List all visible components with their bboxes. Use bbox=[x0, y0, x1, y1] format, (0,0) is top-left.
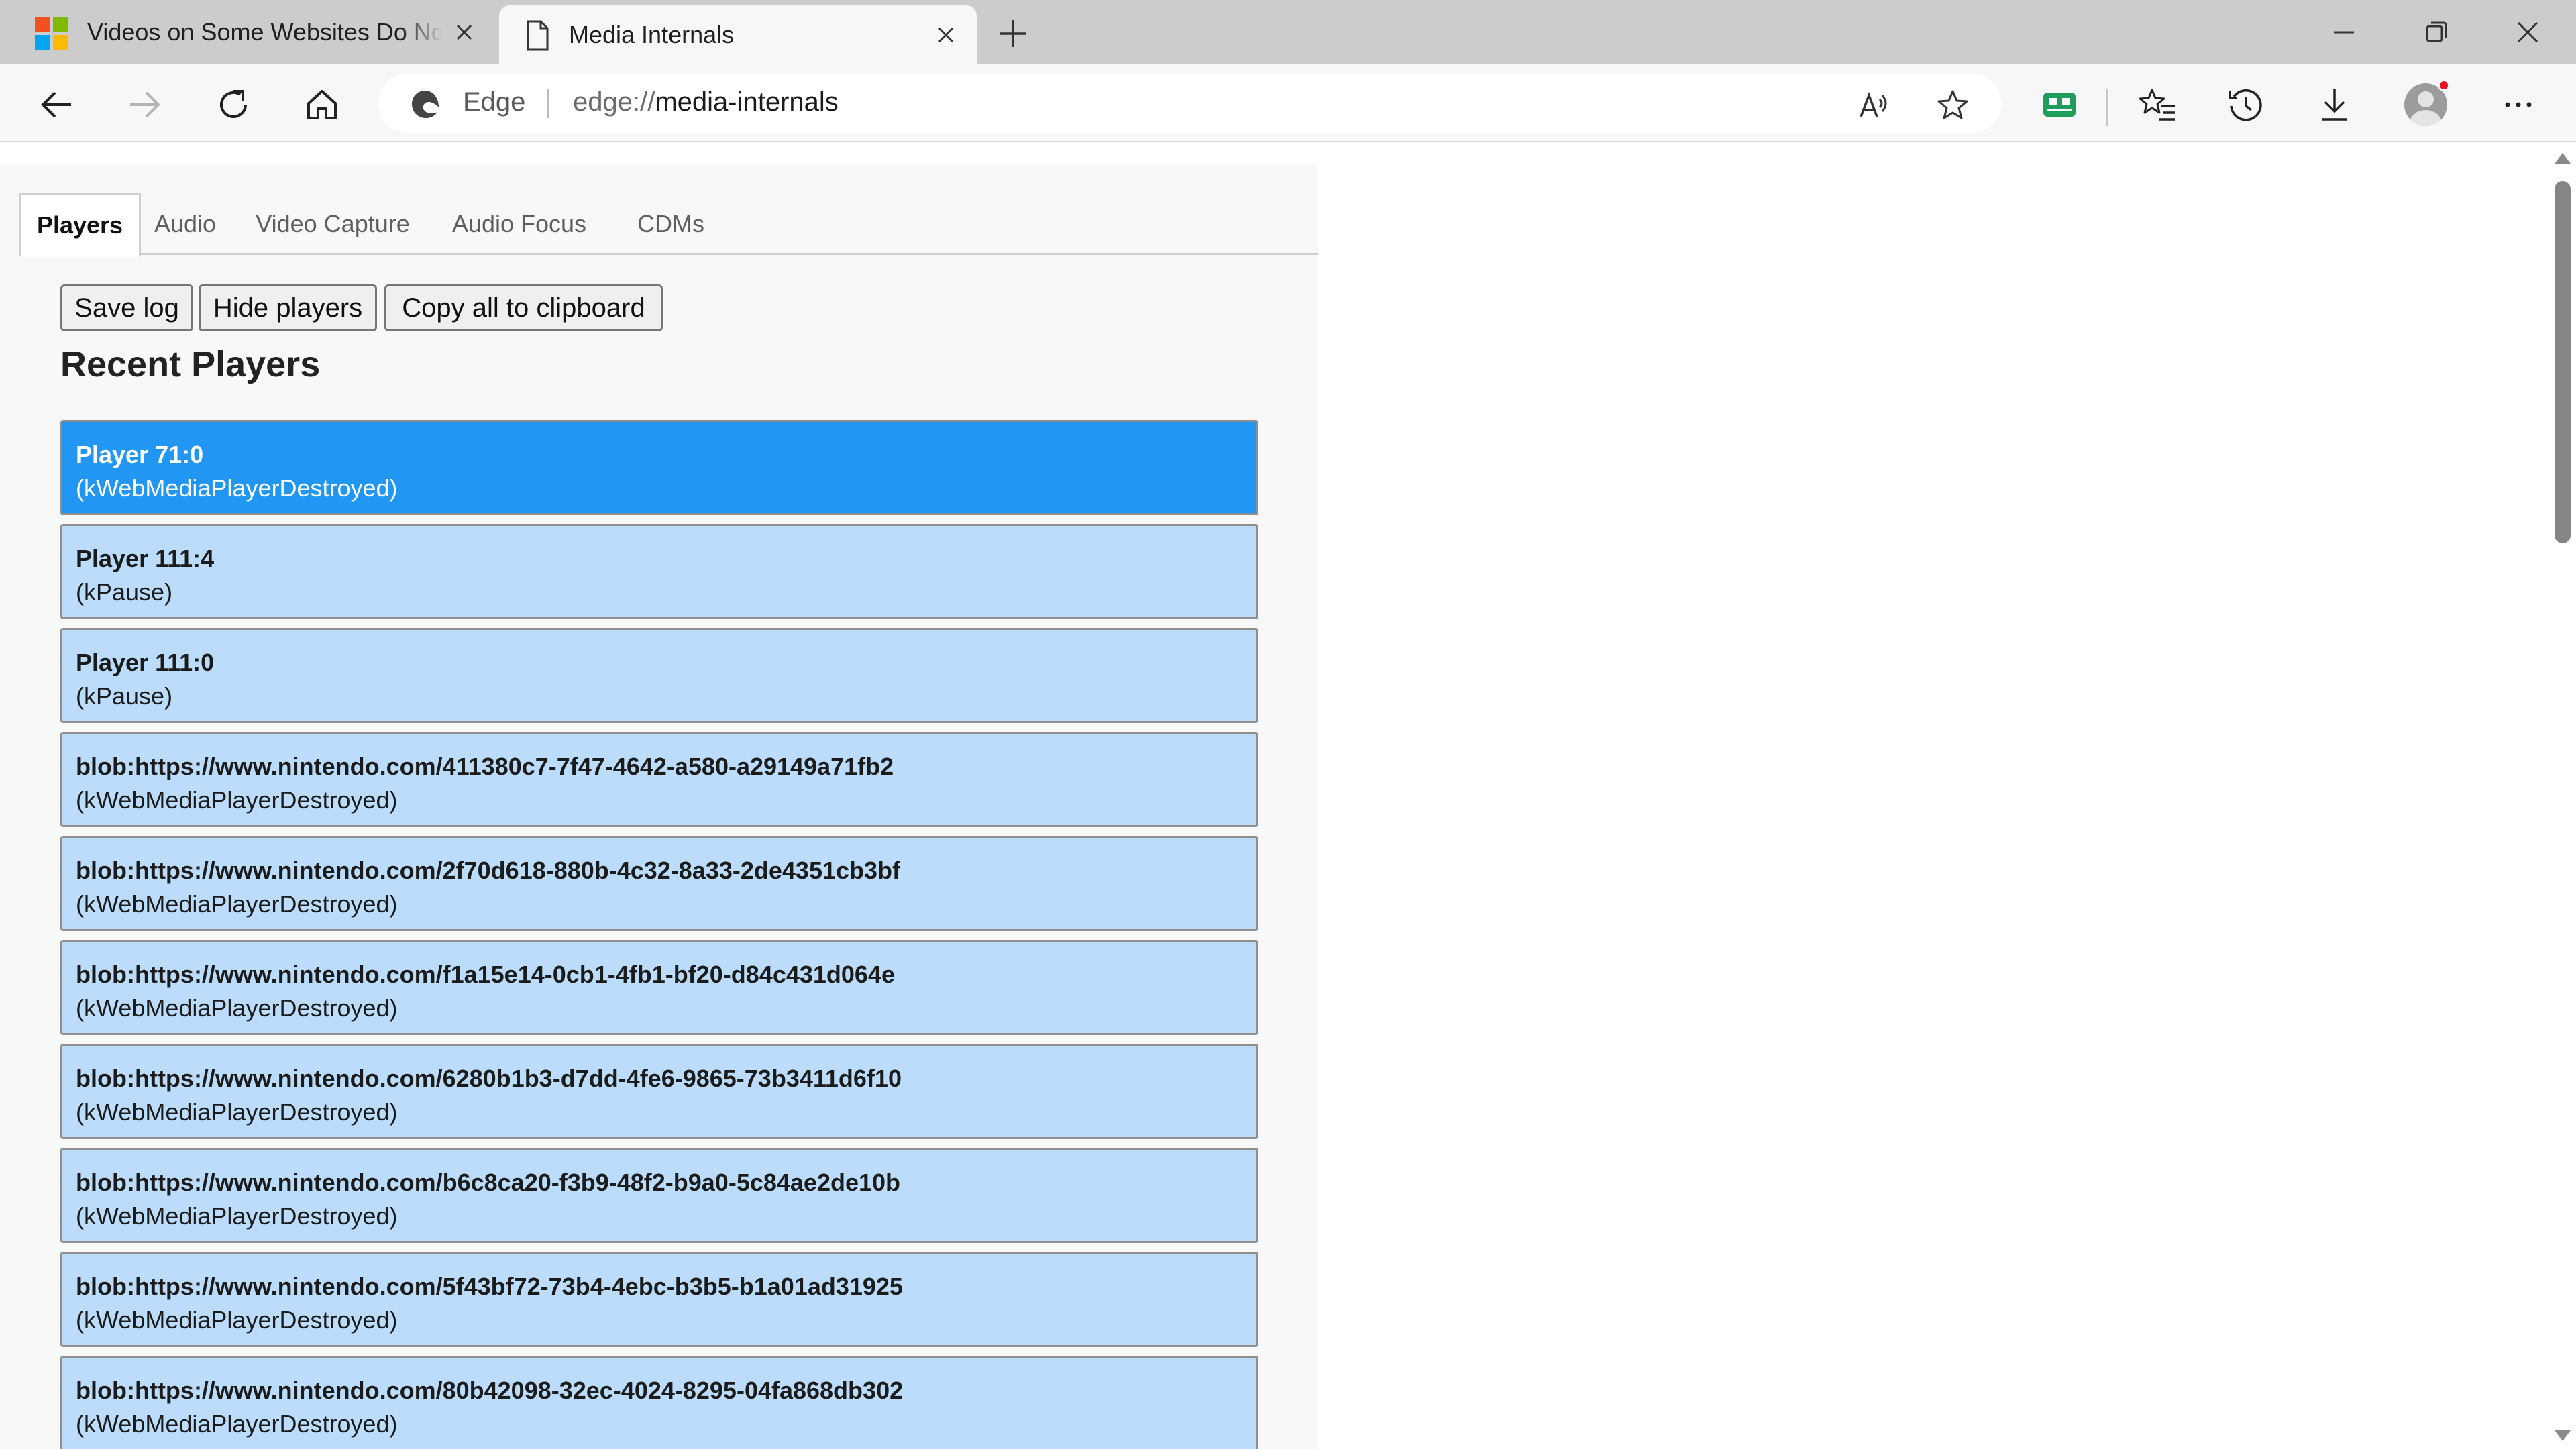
refresh-icon[interactable] bbox=[213, 85, 254, 125]
tab-title: Videos on Some Websites Do Not Play bbox=[87, 18, 443, 46]
toolbar-divider bbox=[2106, 89, 2108, 126]
more-icon[interactable] bbox=[2498, 85, 2538, 125]
address-divider bbox=[547, 89, 549, 118]
avatar-head bbox=[2418, 91, 2434, 107]
address-url[interactable]: edge://media-internals bbox=[573, 87, 839, 117]
microsoft-logo-icon bbox=[35, 17, 68, 50]
read-aloud-icon[interactable] bbox=[1857, 89, 1890, 122]
tab-audio-focus[interactable]: Audio Focus bbox=[441, 193, 597, 255]
url-path: media-internals bbox=[655, 87, 839, 117]
profile-notification-badge bbox=[2438, 79, 2450, 91]
player-name: blob:https://www.nintendo.com/b6c8ca20-f… bbox=[76, 1169, 901, 1196]
player-item[interactable]: blob:https://www.nintendo.com/6280b1b3-d… bbox=[60, 1044, 1258, 1139]
favorites-icon[interactable] bbox=[2137, 85, 2178, 125]
tab-players[interactable]: Players bbox=[19, 193, 141, 257]
close-tab-icon[interactable] bbox=[931, 20, 961, 50]
player-name: blob:https://www.nintendo.com/2f70d618-8… bbox=[76, 857, 901, 884]
close-window-icon[interactable] bbox=[2512, 16, 2544, 48]
edge-logo-icon bbox=[409, 87, 443, 121]
tab-title: Media Internals bbox=[569, 21, 735, 48]
tab-videos-not-play[interactable]: Videos on Some Websites Do Not Play bbox=[0, 0, 491, 64]
address-bar[interactable]: Edge edge://media-internals bbox=[378, 74, 2002, 133]
tab-media-internals[interactable]: Media Internals bbox=[499, 5, 977, 64]
player-state: (kWebMediaPlayerDestroyed) bbox=[76, 1098, 398, 1126]
page-viewport: Players Audio Video Capture Audio Focus … bbox=[0, 144, 2549, 1449]
player-state: (kWebMediaPlayerDestroyed) bbox=[76, 994, 398, 1022]
player-state: (kPause) bbox=[76, 578, 173, 606]
player-item[interactable]: blob:https://www.nintendo.com/f1a15e14-0… bbox=[60, 940, 1258, 1035]
player-state: (kWebMediaPlayerDestroyed) bbox=[76, 1410, 398, 1438]
player-item[interactable]: blob:https://www.nintendo.com/80b42098-3… bbox=[60, 1356, 1258, 1449]
browser-toolbar: Edge edge://media-internals bbox=[0, 64, 2576, 142]
download-icon[interactable] bbox=[2314, 85, 2355, 125]
scroll-up-arrow-icon[interactable] bbox=[2555, 153, 2571, 164]
player-item[interactable]: blob:https://www.nintendo.com/411380c7-7… bbox=[60, 732, 1258, 827]
player-item[interactable]: Player 71:0 (kWebMediaPlayerDestroyed) bbox=[60, 420, 1258, 515]
player-state: (kWebMediaPlayerDestroyed) bbox=[76, 1306, 398, 1334]
player-item[interactable]: blob:https://www.nintendo.com/5f43bf72-7… bbox=[60, 1252, 1258, 1347]
forward-arrow-icon[interactable] bbox=[125, 85, 165, 125]
player-state: (kWebMediaPlayerDestroyed) bbox=[76, 474, 398, 502]
player-item[interactable]: Player 111:0 (kPause) bbox=[60, 628, 1258, 723]
save-log-button[interactable]: Save log bbox=[60, 284, 193, 331]
recent-players-list: Player 71:0 (kWebMediaPlayerDestroyed) P… bbox=[60, 420, 1258, 1449]
star-icon[interactable] bbox=[1936, 89, 1970, 122]
scroll-down-arrow-icon[interactable] bbox=[2555, 1430, 2571, 1441]
tab-cdms[interactable]: CDMs bbox=[624, 193, 718, 255]
minimize-icon[interactable] bbox=[2328, 16, 2360, 48]
player-state: (kWebMediaPlayerDestroyed) bbox=[76, 890, 398, 918]
new-tab-button[interactable] bbox=[997, 17, 1029, 50]
player-name: blob:https://www.nintendo.com/80b42098-3… bbox=[76, 1377, 904, 1404]
vertical-scrollbar[interactable] bbox=[2549, 144, 2576, 1449]
player-name: Player 71:0 bbox=[76, 441, 204, 468]
media-internals-tabs: Players Audio Video Capture Audio Focus … bbox=[19, 193, 1318, 257]
player-item[interactable]: blob:https://www.nintendo.com/b6c8ca20-f… bbox=[60, 1148, 1258, 1243]
scrollbar-thumb[interactable] bbox=[2555, 181, 2571, 543]
player-item[interactable]: blob:https://www.nintendo.com/2f70d618-8… bbox=[60, 836, 1258, 931]
tab-audio[interactable]: Audio bbox=[144, 193, 227, 255]
back-arrow-icon[interactable] bbox=[36, 85, 76, 125]
player-name: blob:https://www.nintendo.com/f1a15e14-0… bbox=[76, 961, 895, 988]
player-state: (kWebMediaPlayerDestroyed) bbox=[76, 1202, 398, 1230]
site-identity-label: Edge bbox=[463, 87, 526, 117]
player-name: Player 111:4 bbox=[76, 545, 215, 572]
restore-icon[interactable] bbox=[2420, 16, 2453, 48]
player-name: blob:https://www.nintendo.com/6280b1b3-d… bbox=[76, 1065, 902, 1092]
close-tab-icon[interactable] bbox=[449, 17, 479, 47]
avatar-body bbox=[2410, 110, 2442, 126]
extension-icon[interactable] bbox=[2039, 85, 2080, 125]
history-icon[interactable] bbox=[2226, 85, 2266, 125]
player-state: (kWebMediaPlayerDestroyed) bbox=[76, 786, 398, 814]
home-icon[interactable] bbox=[302, 85, 342, 125]
player-state: (kPause) bbox=[76, 682, 173, 710]
player-name: Player 111:0 bbox=[76, 649, 215, 676]
url-scheme: edge:// bbox=[573, 87, 655, 117]
tab-video-capture[interactable]: Video Capture bbox=[247, 193, 419, 255]
title-bar: Videos on Some Websites Do Not Play Medi… bbox=[0, 0, 2576, 64]
player-name: blob:https://www.nintendo.com/5f43bf72-7… bbox=[76, 1273, 903, 1300]
media-internals-panel: Players Audio Video Capture Audio Focus … bbox=[0, 164, 1318, 1449]
copy-all-to-clipboard-button[interactable]: Copy all to clipboard bbox=[384, 284, 663, 331]
player-name: blob:https://www.nintendo.com/411380c7-7… bbox=[76, 753, 894, 780]
hide-players-button[interactable]: Hide players bbox=[199, 284, 377, 331]
page-icon bbox=[521, 19, 554, 52]
player-item[interactable]: Player 111:4 (kPause) bbox=[60, 524, 1258, 619]
recent-players-heading: Recent Players bbox=[60, 344, 321, 384]
